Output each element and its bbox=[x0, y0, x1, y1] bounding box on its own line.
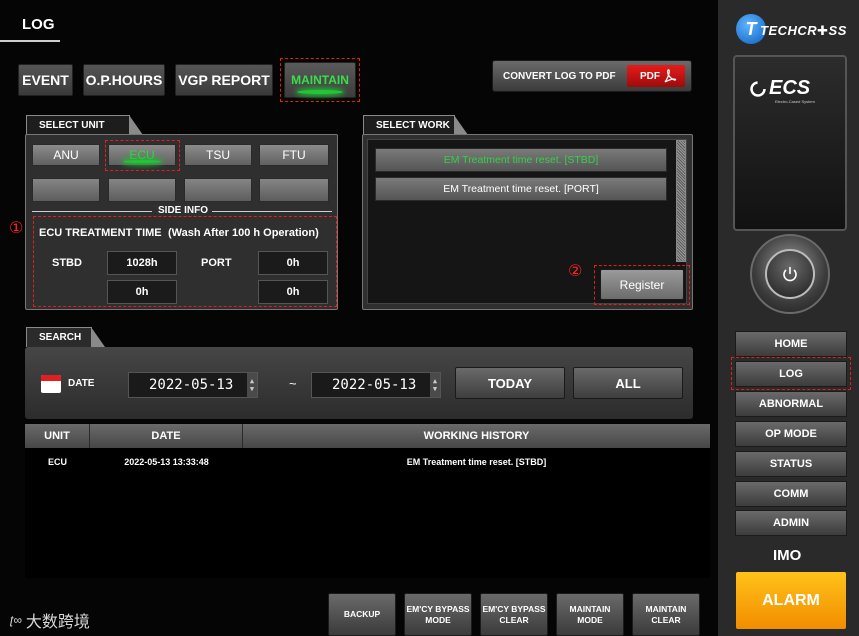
maintain-mode-button[interactable]: MAINTAIN MODE bbox=[556, 593, 624, 636]
nav-abnormal[interactable]: ABNORMAL bbox=[735, 391, 847, 417]
port-value-secondary: 0h bbox=[258, 280, 328, 304]
power-button[interactable] bbox=[750, 234, 830, 314]
unit-slot-empty[interactable] bbox=[259, 178, 329, 202]
stbd-label: STBD bbox=[52, 257, 82, 269]
maintain-clear-button[interactable]: MAINTAIN CLEAR bbox=[632, 593, 700, 636]
backup-label: BACKUP bbox=[343, 609, 381, 619]
emcy-bypass-clear-button[interactable]: EM'CY BYPASS CLEAR bbox=[480, 593, 548, 636]
divider bbox=[212, 211, 332, 212]
port-label: PORT bbox=[201, 257, 232, 269]
port-value-primary: 0h bbox=[258, 251, 328, 275]
date-to-value: 2022-05-13 bbox=[332, 377, 417, 393]
divider bbox=[32, 211, 152, 212]
search-tab: SEARCH bbox=[26, 327, 105, 347]
all-button[interactable]: ALL bbox=[573, 367, 683, 399]
date-to-input[interactable]: 2022-05-13 ▲ ▼ bbox=[311, 372, 441, 398]
register-button[interactable]: Register bbox=[600, 269, 684, 300]
pdf-badge: PDF bbox=[627, 65, 685, 87]
tab-op-hours[interactable]: O.P.HOURS bbox=[83, 64, 165, 96]
work-item-port[interactable]: EM Treatment time reset. [PORT] bbox=[375, 177, 667, 201]
ecs-logo-panel: ECS Electro-Cased System bbox=[733, 55, 847, 231]
button-line1: EM'CY BYPASS bbox=[482, 603, 546, 614]
convert-log-to-pdf-button[interactable]: CONVERT LOG TO PDF PDF bbox=[492, 60, 692, 92]
date-label: DATE bbox=[68, 378, 95, 389]
page-title: LOG bbox=[22, 16, 55, 33]
nav-op-mode[interactable]: OP MODE bbox=[735, 421, 847, 447]
tab-maintain[interactable]: MAINTAIN bbox=[284, 62, 356, 98]
unit-ftu-button[interactable]: FTU bbox=[259, 144, 329, 166]
column-header-date: DATE bbox=[90, 424, 243, 448]
cell-unit: ECU bbox=[47, 457, 67, 467]
nav-comm[interactable]: COMM bbox=[735, 481, 847, 507]
history-table-body: ECU 2022-05-13 13:33:48 EM Treatment tim… bbox=[25, 448, 710, 578]
button-line1: EM'CY BYPASS bbox=[406, 603, 470, 614]
date-range-separator: ~ bbox=[289, 376, 297, 391]
annotation-marker-2: ② bbox=[568, 263, 583, 280]
stbd-value-secondary: 0h bbox=[107, 280, 177, 304]
work-item-stbd[interactable]: EM Treatment time reset. [STBD] bbox=[375, 148, 667, 172]
pdf-badge-label: PDF bbox=[640, 70, 660, 82]
techcross-brand: TECHCR✚SS bbox=[760, 23, 847, 38]
unit-anu-button[interactable]: ANU bbox=[32, 144, 100, 166]
cell-date: 2022-05-13 13:33:48 bbox=[124, 457, 209, 467]
treatment-time-note: (Wash After 100 h Operation) bbox=[168, 227, 319, 239]
watermark: ʈ∞ 大数跨境 bbox=[10, 608, 90, 632]
cell-history: EM Treatment time reset. [STBD] bbox=[406, 457, 547, 467]
today-button[interactable]: TODAY bbox=[455, 367, 565, 399]
ecs-ring-icon bbox=[750, 80, 766, 97]
unit-slot-empty[interactable] bbox=[108, 178, 176, 202]
nav-log[interactable]: LOG bbox=[735, 361, 847, 387]
column-header-unit: UNIT bbox=[25, 424, 90, 448]
select-work-tab: SELECT WORK bbox=[363, 115, 468, 135]
ecs-logo-subtext: Electro-Cased System bbox=[775, 99, 815, 104]
techcross-logo-letter: T bbox=[745, 18, 757, 39]
imo-label: IMO bbox=[773, 547, 802, 564]
emcy-bypass-mode-button[interactable]: EM'CY BYPASS MODE bbox=[404, 593, 472, 636]
calendar-icon bbox=[41, 375, 61, 393]
nav-admin[interactable]: ADMIN bbox=[735, 510, 847, 536]
table-row[interactable]: ECU 2022-05-13 13:33:48 EM Treatment tim… bbox=[25, 448, 710, 476]
history-table-header: UNIT DATE WORKING HISTORY bbox=[25, 424, 710, 448]
unit-tsu-button[interactable]: TSU bbox=[184, 144, 252, 166]
button-line2: CLEAR bbox=[651, 614, 681, 625]
stbd-value-primary: 1028h bbox=[107, 251, 177, 275]
date-from-spinner[interactable]: ▲ ▼ bbox=[247, 373, 257, 397]
unit-slot-empty[interactable] bbox=[32, 178, 100, 202]
log-screen: LOG EVENT O.P.HOURS VGP REPORT MAINTAIN … bbox=[0, 0, 859, 636]
acrobat-icon bbox=[664, 69, 677, 83]
alarm-button[interactable]: ALARM bbox=[736, 572, 846, 629]
annotation-marker-1: ① bbox=[9, 220, 24, 237]
date-from-input[interactable]: 2022-05-13 ▲ ▼ bbox=[128, 372, 258, 398]
side-info-label: SIDE INFO bbox=[158, 205, 209, 216]
date-to-spinner[interactable]: ▲ ▼ bbox=[430, 373, 440, 397]
title-underline bbox=[0, 40, 60, 42]
nav-home[interactable]: HOME bbox=[735, 331, 847, 357]
tab-event[interactable]: EVENT bbox=[18, 64, 73, 96]
active-glow bbox=[297, 90, 343, 94]
tab-maintain-label: MAINTAIN bbox=[291, 73, 349, 87]
ecs-logo-text: ECS bbox=[769, 77, 811, 99]
button-line2: MODE bbox=[577, 614, 603, 625]
treatment-time-title: ECU TREATMENT TIME bbox=[39, 227, 162, 239]
convert-pdf-label: CONVERT LOG TO PDF bbox=[503, 70, 616, 82]
select-unit-tab: SELECT UNIT bbox=[26, 115, 143, 135]
button-line2: MODE bbox=[425, 614, 451, 625]
active-glow bbox=[123, 160, 161, 163]
backup-button[interactable]: BACKUP bbox=[328, 593, 396, 636]
watermark-logo-icon: ʈ∞ bbox=[10, 613, 22, 627]
date-from-value: 2022-05-13 bbox=[149, 377, 234, 393]
unit-ecu-button[interactable]: ECU bbox=[108, 144, 176, 166]
power-icon bbox=[783, 267, 797, 282]
column-header-history: WORKING HISTORY bbox=[423, 430, 530, 442]
button-line2: CLEAR bbox=[499, 614, 529, 625]
work-list-scrollbar[interactable] bbox=[676, 140, 686, 262]
button-line1: MAINTAIN bbox=[569, 603, 611, 614]
unit-slot-empty[interactable] bbox=[184, 178, 252, 202]
watermark-text: 大数跨境 bbox=[25, 614, 90, 631]
button-line1: MAINTAIN bbox=[645, 603, 687, 614]
tab-vgp-report[interactable]: VGP REPORT bbox=[175, 64, 273, 96]
nav-status[interactable]: STATUS bbox=[735, 451, 847, 477]
